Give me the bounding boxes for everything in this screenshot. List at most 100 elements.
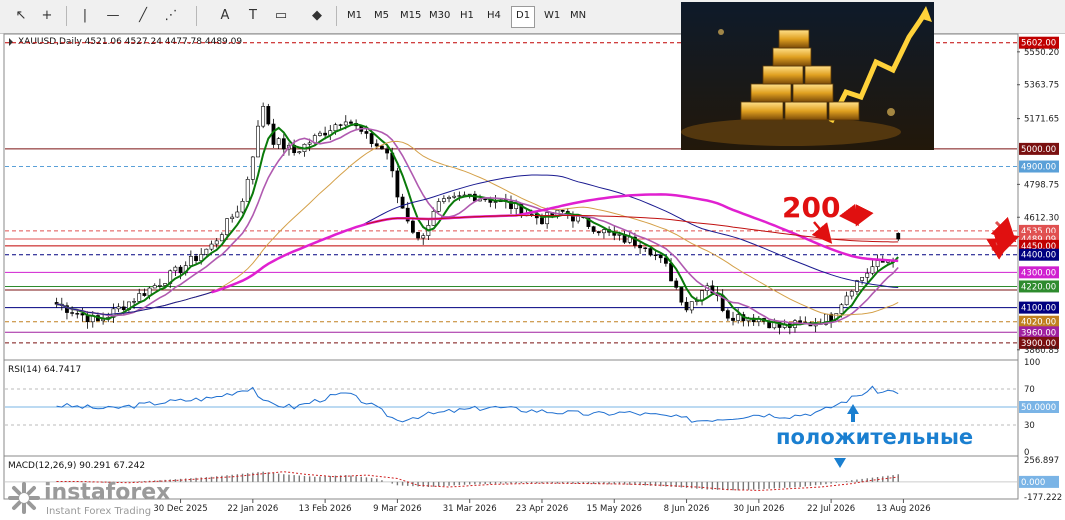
candle-body (333, 124, 338, 131)
candle-body (689, 301, 694, 311)
candle-body (204, 248, 209, 255)
x-tick-label: 13 Feb 2026 (299, 504, 352, 514)
instaforex-logo-icon (8, 482, 40, 514)
y-tick-label: 3860.85 (1024, 346, 1059, 356)
macd-tick-label: 256.897 (1024, 456, 1059, 466)
candle-body (374, 143, 379, 147)
rsi-tick-label: 100 (1024, 358, 1040, 368)
candle-body (349, 121, 353, 124)
candle-body (261, 106, 266, 127)
candle-body (560, 209, 565, 212)
candle-body (493, 201, 498, 203)
candle-body (638, 244, 642, 249)
candle-body (250, 156, 255, 180)
candle-body (643, 247, 648, 249)
candle-body (307, 142, 312, 145)
price-level-label: 4020.00 (1021, 318, 1056, 328)
candle-body (137, 293, 142, 302)
candle-body (441, 198, 446, 202)
instaforex-watermark: instaforex Instant Forex Trading (8, 480, 188, 518)
price-level-label: 4300.00 (1021, 268, 1056, 278)
candle-body (194, 256, 198, 261)
candle-body (839, 304, 844, 314)
candle-body (209, 243, 214, 250)
rsi-tick-label: 50.0000 (1021, 403, 1056, 413)
candle-body (700, 290, 704, 301)
candle-body (245, 179, 250, 202)
candle-body (416, 232, 420, 239)
candle-body (617, 234, 622, 236)
candle-body (219, 234, 224, 242)
candle-body (865, 272, 870, 278)
candle-body (385, 148, 389, 154)
candle-body (731, 317, 735, 321)
candle-body (648, 248, 653, 256)
watermark-brand: instaforex (44, 480, 171, 505)
candle-body (266, 106, 271, 125)
y-tick-label: 4798.75 (1024, 180, 1059, 190)
x-tick-label: 13 Aug 2026 (876, 504, 930, 514)
rsi-title-label: RSI(14) 64.7417 (8, 365, 81, 375)
candle-body (157, 285, 162, 287)
macd-tick-label: -177.222 (1024, 493, 1062, 503)
candle-body (297, 151, 302, 154)
candle-body (860, 277, 865, 281)
candle-body (602, 229, 606, 234)
x-tick-label: 8 Jun 2026 (664, 504, 710, 514)
candle-body (214, 240, 219, 245)
candle-body (276, 138, 281, 145)
candle-body (870, 266, 875, 274)
candle-body (472, 193, 477, 202)
x-tick-label: 22 Jul 2026 (807, 504, 855, 514)
candle-body (152, 285, 157, 289)
y-tick-label: 5171.65 (1024, 115, 1059, 125)
candle-body (457, 195, 462, 197)
candle-body (529, 213, 534, 216)
candle-body (679, 287, 684, 303)
price-level-label: 3960.00 (1021, 328, 1056, 338)
candle-body (132, 301, 136, 303)
x-tick-label: 31 Mar 2026 (443, 504, 497, 514)
gold-bars-photo (681, 2, 934, 150)
candle-body (173, 266, 178, 272)
candle-body (116, 306, 121, 310)
candle-body (674, 280, 679, 288)
y-tick-label: 5550.20 (1024, 48, 1059, 58)
candle-body (875, 260, 880, 267)
candle-body (855, 280, 859, 292)
y-tick-label: 4612.30 (1024, 213, 1059, 223)
rsi-tick-label: 70 (1024, 385, 1035, 395)
candle-body (369, 133, 374, 144)
candle-body (684, 301, 689, 311)
x-tick-label: 30 Jun 2026 (733, 504, 784, 514)
price-level-label: 4100.00 (1021, 304, 1056, 314)
y-tick-label: 5363.75 (1024, 81, 1059, 91)
candle-body (736, 314, 741, 321)
candle-body (596, 231, 601, 234)
rsi-tick-label: 30 (1024, 421, 1035, 431)
candle-body (545, 212, 550, 225)
candle-body (178, 266, 183, 274)
chart-header-label: XAUUSD,Daily 4521.06 4527.24 4477.78 448… (18, 37, 242, 47)
candle-body (338, 124, 343, 126)
candle-body (653, 254, 658, 257)
candle-body (421, 235, 426, 239)
candle-body (452, 195, 457, 198)
candle-body (447, 196, 451, 199)
candle-body (591, 226, 596, 232)
candle-body (318, 132, 322, 136)
candle-body (896, 233, 901, 240)
candle-body (225, 218, 229, 235)
price-level-label: 4900.00 (1021, 163, 1056, 173)
candle-body (410, 220, 415, 233)
candle-body (380, 145, 384, 150)
watermark-tagline: Instant Forex Trading (46, 506, 152, 517)
candle-body (70, 312, 75, 314)
candle-body (235, 211, 240, 218)
candle-body (75, 313, 80, 315)
annotation-positive-label: положительные (776, 425, 973, 449)
candle-body (256, 125, 260, 158)
candle-body (323, 132, 328, 136)
candle-body (576, 216, 581, 222)
candle-body (436, 201, 441, 212)
